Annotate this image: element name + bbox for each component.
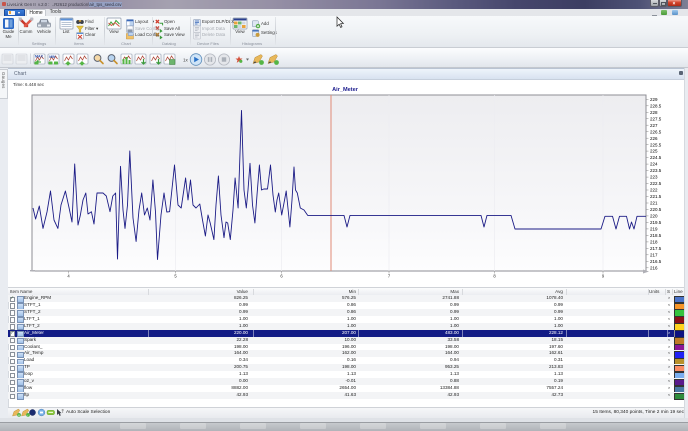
svg-text:228: 228 [650,110,658,115]
svg-text:219: 219 [650,227,658,232]
svg-text:229: 229 [650,97,658,102]
svg-text:228.5: 228.5 [650,103,662,108]
svg-text:1x: 1x [183,58,189,63]
svg-text:7: 7 [388,274,391,279]
svg-text:221: 221 [650,201,658,206]
svg-text:9: 9 [602,274,605,279]
svg-text:6: 6 [280,274,283,279]
svg-text:223.5: 223.5 [650,168,662,173]
svg-text:MIN: MIN [49,55,56,59]
svg-text:218.5: 218.5 [650,233,662,238]
svg-text:227.5: 227.5 [650,116,662,121]
svg-text:222.5: 222.5 [650,181,662,186]
svg-text:227: 227 [650,123,658,128]
svg-text:217.5: 217.5 [650,246,662,251]
svg-text:226.5: 226.5 [650,129,662,134]
svg-text:224: 224 [650,162,658,167]
svg-text:223: 223 [650,175,658,180]
svg-text:226: 226 [650,136,658,141]
svg-text:4: 4 [67,274,70,279]
svg-text:216.5: 216.5 [650,259,662,264]
svg-text:224.5: 224.5 [650,155,662,160]
svg-text:Air_Meter: Air_Meter [332,87,359,93]
svg-text:221.5: 221.5 [650,194,662,199]
svg-text:217: 217 [650,252,658,257]
svg-text:225: 225 [650,149,658,154]
svg-text:222: 222 [650,188,658,193]
svg-text:218: 218 [650,240,658,245]
svg-text:225.5: 225.5 [650,142,662,147]
svg-text:220: 220 [650,214,658,219]
svg-text:5: 5 [174,274,177,279]
svg-text:MAX: MAX [35,55,44,59]
svg-text:216: 216 [650,265,658,270]
svg-text:220.5: 220.5 [650,207,662,212]
svg-text:219.5: 219.5 [650,220,662,225]
svg-text:8: 8 [493,274,496,279]
